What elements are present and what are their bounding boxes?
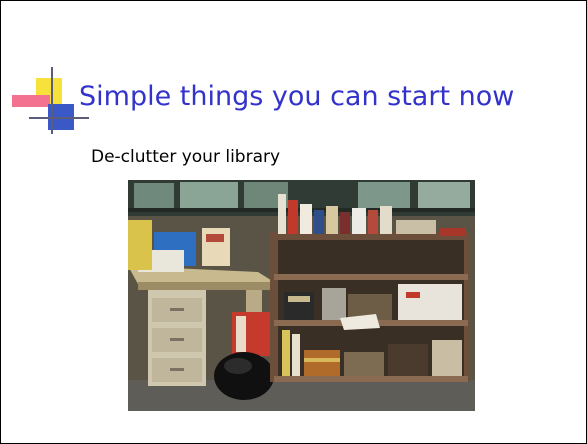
slide-subtitle: De-clutter your library [91, 147, 281, 167]
slide: Simple things you can start now De-clutt… [0, 0, 587, 444]
title-bullet-vertical-line [51, 67, 53, 134]
title-bullet-pink-bar [12, 95, 50, 107]
title-bullet-horizontal-line [29, 117, 89, 119]
slide-title: Simple things you can start now [79, 81, 515, 112]
library-photo [128, 180, 475, 411]
